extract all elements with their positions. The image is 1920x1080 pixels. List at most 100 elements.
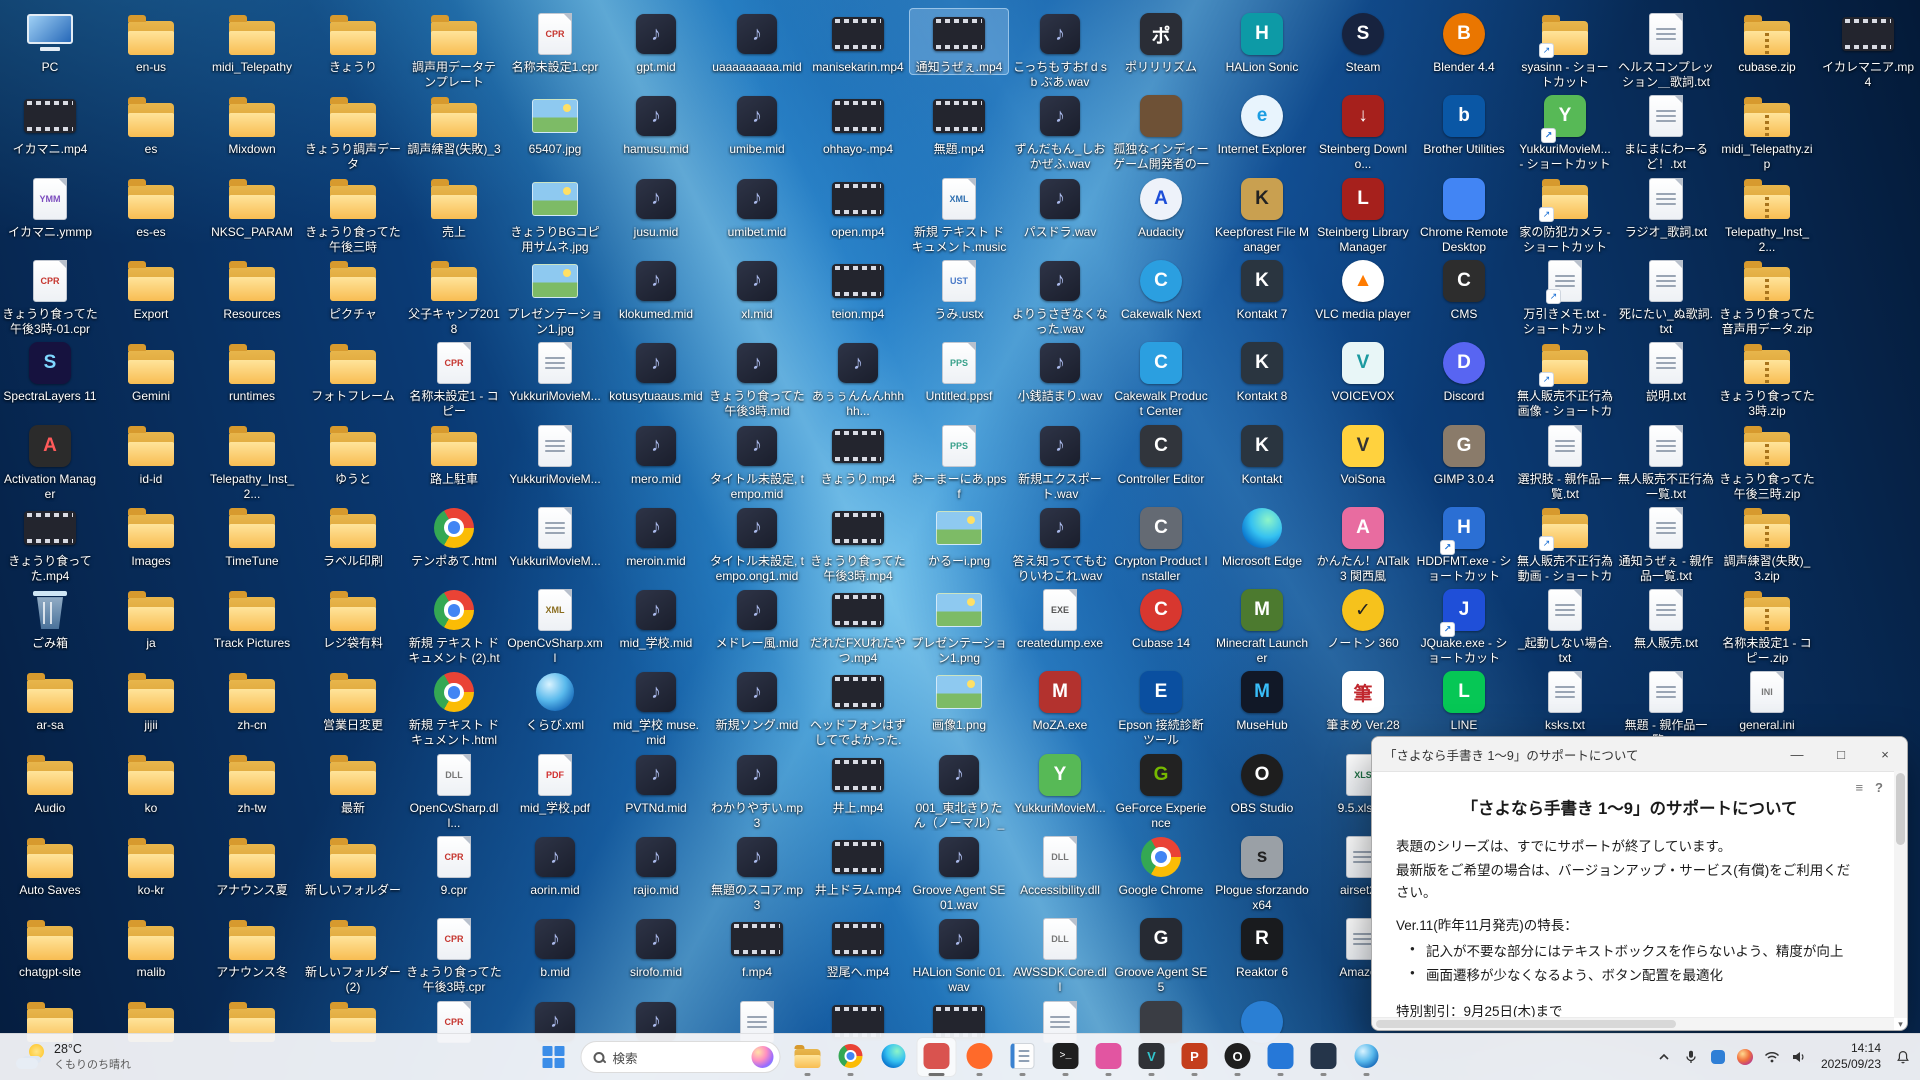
desktop-icon[interactable]: ♪新規エクスポート.wav <box>1010 420 1110 502</box>
desktop-icon[interactable]: ♪パスドラ.wav <box>1010 173 1110 240</box>
color-tray-app-icon[interactable] <box>1732 1040 1758 1074</box>
desktop-icon[interactable]: DLLAWSSDK.Core.dll <box>1010 913 1110 995</box>
desktop-icon[interactable]: id-id <box>101 420 201 487</box>
desktop-icon[interactable]: ohhayo-.mp4 <box>808 90 908 157</box>
desktop-icon[interactable]: ♪メドレー風.mid <box>707 584 807 651</box>
desktop-icon[interactable]: KKeepforest File Manager <box>1212 173 1312 255</box>
desktop-icon[interactable]: teion.mp4 <box>808 255 908 322</box>
desktop-icon[interactable]: ♪ずんだもん_しおかぜふ.wav <box>1010 90 1110 172</box>
desktop-icon[interactable]: PPSUntitled.ppsf <box>909 337 1009 404</box>
desktop-icon[interactable]: まにまにわーるど！.txt <box>1616 90 1716 172</box>
desktop-icon[interactable]: CPRきょうり食ってた午後3時-01.cpr <box>0 255 100 337</box>
desktop-icon[interactable]: NKSC_PARAM <box>202 173 302 240</box>
desktop-icon[interactable]: きょうり.mp4 <box>808 420 908 487</box>
desktop-icon[interactable]: ko-kr <box>101 831 201 898</box>
desktop-icon[interactable]: open.mp4 <box>808 173 908 240</box>
wifi-tray-icon[interactable] <box>1759 1040 1785 1074</box>
desktop-icon[interactable]: ♪001_東北きりたん（ノーマル）_少しやん... <box>909 749 1009 831</box>
desktop-icon[interactable]: Export <box>101 255 201 322</box>
desktop-icon[interactable]: ↗無人販売不正行為 画像 - ショートカット <box>1515 337 1615 419</box>
desktop-icon[interactable]: es <box>101 90 201 157</box>
desktop-icon[interactable]: 営業日変更 <box>303 666 403 733</box>
start-button[interactable] <box>534 1037 574 1077</box>
desktop-icon[interactable]: 死にたい_ぬ歌詞.txt <box>1616 255 1716 337</box>
desktop-icon[interactable]: EXEcreatedump.exe <box>1010 584 1110 651</box>
desktop-icon[interactable]: ピクチャ <box>303 255 403 322</box>
desktop-icon[interactable]: ♪umibet.mid <box>707 173 807 240</box>
desktop-icon[interactable]: Mixdown <box>202 90 302 157</box>
desktop-icon[interactable]: 翌尾へ.mp4 <box>808 913 908 980</box>
desktop-icon[interactable]: ♪Groove Agent SE 01.wav <box>909 831 1009 913</box>
desktop-icon[interactable]: ↗万引きメモ.txt - ショートカット <box>1515 255 1615 337</box>
desktop-icon[interactable]: かるーi.png <box>909 502 1009 569</box>
desktop-icon[interactable]: XMLOpenCvSharp.xml <box>505 584 605 666</box>
desktop-icon[interactable]: jijii <box>101 666 201 733</box>
desktop-icon[interactable]: Audio <box>0 749 100 816</box>
desktop-icon[interactable]: Track Pictures <box>202 584 302 651</box>
desktop-icon[interactable]: CController Editor <box>1111 420 1211 487</box>
desktop-icon[interactable]: Aかんたん！AITalk 3 関西風 <box>1313 502 1413 584</box>
desktop-icon[interactable]: 新しいフォルダー <box>303 831 403 898</box>
taskbar-app-microsoft-edge[interactable] <box>874 1037 914 1077</box>
taskbar-app-terminal[interactable]: >_ <box>1046 1037 1086 1077</box>
desktop-icon[interactable]: 調声練習(失敗)_3.zip <box>1717 502 1817 584</box>
desktop-icon[interactable]: アナウンス冬 <box>202 913 302 980</box>
desktop-icon[interactable]: だれだFXUれたやつ.mp4 <box>808 584 908 666</box>
desktop-icon[interactable]: ♪PVTNd.mid <box>606 749 706 816</box>
desktop-icon[interactable]: MMoZA.exe <box>1010 666 1110 733</box>
desktop-icon[interactable]: KKontakt 7 <box>1212 255 1312 322</box>
desktop-icon[interactable]: ✓ノートン 360 <box>1313 584 1413 651</box>
desktop-icon[interactable]: きょうり <box>303 8 403 75</box>
desktop-icon[interactable]: GGeForce Experience <box>1111 749 1211 831</box>
desktop-icon[interactable]: manisekarin.mp4 <box>808 8 908 75</box>
desktop-icon[interactable]: ↗syasinn - ショートカット <box>1515 8 1615 90</box>
desktop-icon[interactable]: ♪rajio.mid <box>606 831 706 898</box>
desktop-icon[interactable]: SSpectraLayers 11 <box>0 337 100 404</box>
close-button[interactable]: × <box>1863 737 1907 771</box>
desktop-icon[interactable]: ♪umibe.mid <box>707 90 807 157</box>
desktop-icon[interactable]: YukkuriMovieM... <box>505 502 605 569</box>
desktop-icon[interactable]: ♪klokumed.mid <box>606 255 706 322</box>
desktop-icon[interactable]: Images <box>101 502 201 569</box>
desktop-icon[interactable]: ja <box>101 584 201 651</box>
desktop-icon[interactable]: 路上駐車 <box>404 420 504 487</box>
taskbar-app-obs-studio[interactable]: O <box>1218 1037 1258 1077</box>
maximize-button[interactable]: □ <box>1819 737 1863 771</box>
taskbar-app-voicevox[interactable]: V <box>1132 1037 1172 1077</box>
desktop-icon[interactable]: sPlogue sforzando x64 <box>1212 831 1312 913</box>
desktop-icon[interactable]: ♪こっちもすおf d s b ぶあ.wav <box>1010 8 1110 90</box>
desktop[interactable]: PCイカマニ.mp4YMMイカマニ.ymmpCPRきょうり食ってた午後3時-01… <box>0 0 1920 1080</box>
hidden-icons-chevron[interactable] <box>1651 1040 1677 1074</box>
desktop-icon[interactable]: CPR名称未設定1.cpr <box>505 8 605 75</box>
desktop-icon[interactable]: BBlender 4.4 <box>1414 8 1514 75</box>
desktop-icon[interactable]: MMuseHub <box>1212 666 1312 733</box>
desktop-icon[interactable]: runtimes <box>202 337 302 404</box>
desktop-icon[interactable]: LSteinberg Library Manager <box>1313 173 1413 255</box>
desktop-icon[interactable]: ♪きょうり食ってた午後3時.mid <box>707 337 807 419</box>
desktop-icon[interactable]: 通知うぜぇ.mp4 <box>909 8 1009 75</box>
desktop-icon[interactable]: DLLOpenCvSharp.dll... <box>404 749 504 831</box>
microphone-tray-icon[interactable] <box>1678 1040 1704 1074</box>
desktop-icon[interactable]: ♪jusu.mid <box>606 173 706 240</box>
notifications-button[interactable] <box>1890 1040 1916 1074</box>
desktop-icon[interactable]: ♪あぅぅんんんhhhhh... <box>808 337 908 419</box>
desktop-icon[interactable]: TimeTune <box>202 502 302 569</box>
desktop-icon[interactable]: ♪meroin.mid <box>606 502 706 569</box>
desktop-icon[interactable]: zh-cn <box>202 666 302 733</box>
desktop-icon[interactable]: 新規 テキスト ドキュメント.html <box>404 666 504 748</box>
desktop-icon[interactable]: HHALion Sonic <box>1212 8 1312 75</box>
desktop-icon[interactable]: 調声練習(失敗)_3 <box>404 90 504 157</box>
dialog-vertical-scrollbar[interactable]: ▾ <box>1894 771 1907 1018</box>
taskbar-app-notepad[interactable] <box>1003 1037 1043 1077</box>
desktop-icon[interactable]: 筆筆まめ Ver.28 <box>1313 666 1413 733</box>
desktop-icon[interactable]: Microsoft Edge <box>1212 502 1312 569</box>
scrollbar-down-arrow-icon[interactable]: ▾ <box>1894 1018 1907 1030</box>
desktop-icon[interactable]: VVOICEVOX <box>1313 337 1413 404</box>
desktop-icon[interactable]: CPR名称未設定1 - コピー <box>404 337 504 419</box>
desktop-icon[interactable]: 無人販売.txt <box>1616 584 1716 651</box>
desktop-icon[interactable]: PPSおーまーにあ.ppsf <box>909 420 1009 502</box>
desktop-icon[interactable]: en-us <box>101 8 201 75</box>
desktop-icon[interactable]: 新しいフォルダー (2) <box>303 913 403 995</box>
desktop-icon[interactable]: ▲VLC media player <box>1313 255 1413 322</box>
desktop-icon[interactable]: ♪xl.mid <box>707 255 807 322</box>
